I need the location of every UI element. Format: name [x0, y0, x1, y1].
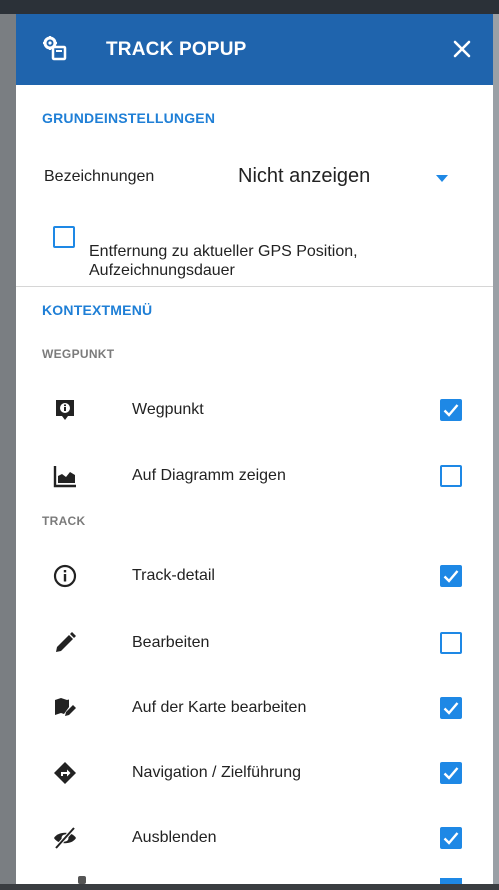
waypoint-info-icon: [56, 400, 74, 420]
waypoint-checkbox[interactable]: [440, 399, 462, 421]
section-divider: [16, 286, 493, 287]
track-popup-dialog: TRACK POPUP GRUNDEINSTELLUNGEN Bezeichnu…: [16, 14, 493, 884]
background-top: [0, 0, 499, 14]
background-bottom: [0, 884, 499, 890]
gps-distance-checkbox[interactable]: [53, 226, 75, 248]
menu-row-waypoint[interactable]: Wegpunkt: [16, 385, 493, 435]
menu-row-hide[interactable]: Ausblenden: [16, 813, 493, 863]
next-row-checkbox-partial[interactable]: [440, 878, 462, 884]
menu-row-navigation[interactable]: Navigation / Zielführung: [16, 748, 493, 798]
menu-row-label: Ausblenden: [132, 829, 217, 846]
gps-distance-label: Entfernung zu aktueller GPS Position, Au…: [89, 243, 358, 279]
background-right: [493, 14, 499, 890]
edit-checkbox[interactable]: [440, 632, 462, 654]
menu-row-track-detail[interactable]: Track-detail: [16, 551, 493, 601]
menu-row-show-on-chart[interactable]: Auf Diagramm zeigen: [16, 451, 493, 501]
menu-row-label: Navigation / Zielführung: [132, 764, 301, 781]
eye-off-icon: [54, 826, 76, 850]
background-left: [0, 14, 16, 890]
navigation-checkbox[interactable]: [440, 762, 462, 784]
menu-row-edit-on-map[interactable]: Auf der Karte bearbeiten: [16, 683, 493, 733]
labels-dropdown-value[interactable]: Nicht anzeigen: [238, 165, 370, 188]
section-title-basic: GRUNDEINSTELLUNGEN: [42, 110, 216, 126]
dropdown-arrow-icon[interactable]: [436, 175, 448, 182]
menu-row-label: Auf Diagramm zeigen: [132, 467, 286, 484]
settings-icon: [43, 36, 67, 61]
map-edit-icon: [55, 698, 76, 716]
next-row-icon-partial: [78, 876, 86, 884]
menu-row-label: Wegpunkt: [132, 401, 204, 418]
subheader-track: TRACK: [42, 514, 86, 528]
track-detail-checkbox[interactable]: [440, 565, 462, 587]
menu-row-label: Bearbeiten: [132, 634, 210, 651]
hide-checkbox[interactable]: [440, 827, 462, 849]
section-title-context-menu: KONTEXTMENÜ: [42, 302, 153, 318]
menu-row-label: Track-detail: [132, 567, 215, 584]
menu-row-label: Auf der Karte bearbeiten: [132, 699, 307, 716]
pencil-icon: [56, 632, 76, 652]
dialog-header: TRACK POPUP: [16, 14, 493, 85]
edit-on-map-checkbox[interactable]: [440, 697, 462, 719]
labels-setting-label: Bezeichnungen: [44, 168, 155, 185]
subheader-waypoint: WEGPUNKT: [42, 347, 115, 361]
close-icon[interactable]: [449, 36, 475, 62]
menu-row-edit[interactable]: Bearbeiten: [16, 618, 493, 668]
dialog-title: TRACK POPUP: [106, 39, 247, 60]
info-circle-icon: [53, 564, 77, 588]
show-on-chart-checkbox[interactable]: [440, 465, 462, 487]
chart-icon: [53, 466, 76, 488]
navigation-icon: [54, 762, 76, 784]
